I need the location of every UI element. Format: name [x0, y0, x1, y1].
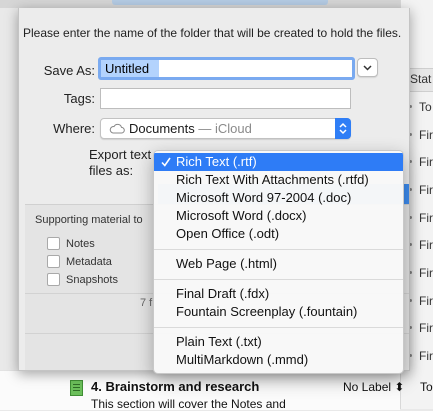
chevron-updown-icon: ⬍ — [391, 380, 405, 394]
menu-separator — [154, 249, 403, 250]
where-label: Where: — [53, 121, 95, 136]
chevron-updown-icon — [339, 122, 347, 135]
tags-field[interactable] — [100, 88, 351, 109]
status-cell: Fir — [409, 238, 433, 252]
menu-item-word-docx[interactable]: Microsoft Word (.docx) — [154, 207, 403, 225]
active-tab-highlight — [112, 0, 328, 5]
menu-item-plain-text[interactable]: Plain Text (.txt) — [154, 333, 403, 351]
status-cell: Fir — [409, 321, 433, 335]
menu-item-open-office[interactable]: Open Office (.odt) — [154, 225, 403, 243]
save-as-field[interactable] — [98, 57, 355, 80]
export-text-label: Export text — [89, 147, 152, 162]
status-value: To — [420, 380, 433, 394]
expand-dialog-button[interactable] — [357, 58, 378, 77]
tags-input[interactable] — [101, 89, 350, 108]
status-cell: Fir — [409, 155, 433, 169]
export-format-menu: Rich Text (.rtf) Rich Text With Attachme… — [153, 150, 404, 374]
status-cell: Fir — [409, 349, 433, 363]
menu-item-multimarkdown[interactable]: MultiMarkdown (.mmd) — [154, 351, 403, 369]
document-title: 4. Brainstorm and research — [91, 379, 260, 394]
menu-item-rich-text-attachments[interactable]: Rich Text With Attachments (.rtfd) — [154, 171, 403, 189]
status-cell: Fir — [409, 128, 433, 142]
save-as-input[interactable] — [101, 60, 159, 77]
cloud-icon — [109, 123, 125, 134]
status-cell: To — [409, 100, 432, 114]
checkbox-box[interactable] — [47, 255, 60, 268]
label-popup[interactable]: No Label ⬍ — [343, 380, 404, 394]
checkbox-box[interactable] — [47, 237, 60, 250]
save-as-label: Save As: — [43, 63, 95, 78]
where-folder: Documents — [129, 121, 195, 136]
file-count-text: 7 f — [140, 297, 153, 309]
status-cell: Fir — [409, 266, 433, 280]
checkmark-icon — [161, 157, 171, 167]
dialog-message: Please enter the name of the folder that… — [23, 26, 402, 40]
status-cell: Fir — [409, 183, 433, 197]
chevron-down-icon — [363, 65, 372, 71]
menu-item-web-page[interactable]: Web Page (.html) — [154, 255, 403, 273]
tags-label: Tags: — [63, 91, 95, 106]
status-cell: Fir — [409, 211, 433, 225]
menu-separator — [154, 327, 403, 328]
status-cell: Fir — [409, 294, 433, 308]
snapshots-checkbox[interactable]: Snapshots — [47, 273, 118, 286]
menu-item-rich-text-rtf[interactable]: Rich Text (.rtf) — [154, 153, 403, 171]
title-bar — [0, 0, 433, 8]
where-stepper[interactable] — [335, 118, 351, 139]
metadata-checkbox[interactable]: Metadata — [47, 255, 112, 268]
where-popup[interactable]: Documents — iCloud — [100, 118, 351, 139]
menu-item-word-97-2004[interactable]: Microsoft Word 97-2004 (.doc) — [154, 189, 403, 207]
export-files-label: files as: — [89, 163, 134, 178]
checkbox-box[interactable] — [47, 273, 60, 286]
supporting-material-label: Supporting material to — [35, 214, 143, 226]
menu-item-fountain[interactable]: Fountain Screenplay (.fountain) — [154, 303, 403, 321]
where-location: — iCloud — [194, 121, 252, 136]
notes-checkbox[interactable]: Notes — [47, 237, 95, 250]
menu-separator — [154, 279, 403, 280]
document-icon — [70, 380, 83, 396]
menu-item-final-draft[interactable]: Final Draft (.fdx) — [154, 285, 403, 303]
